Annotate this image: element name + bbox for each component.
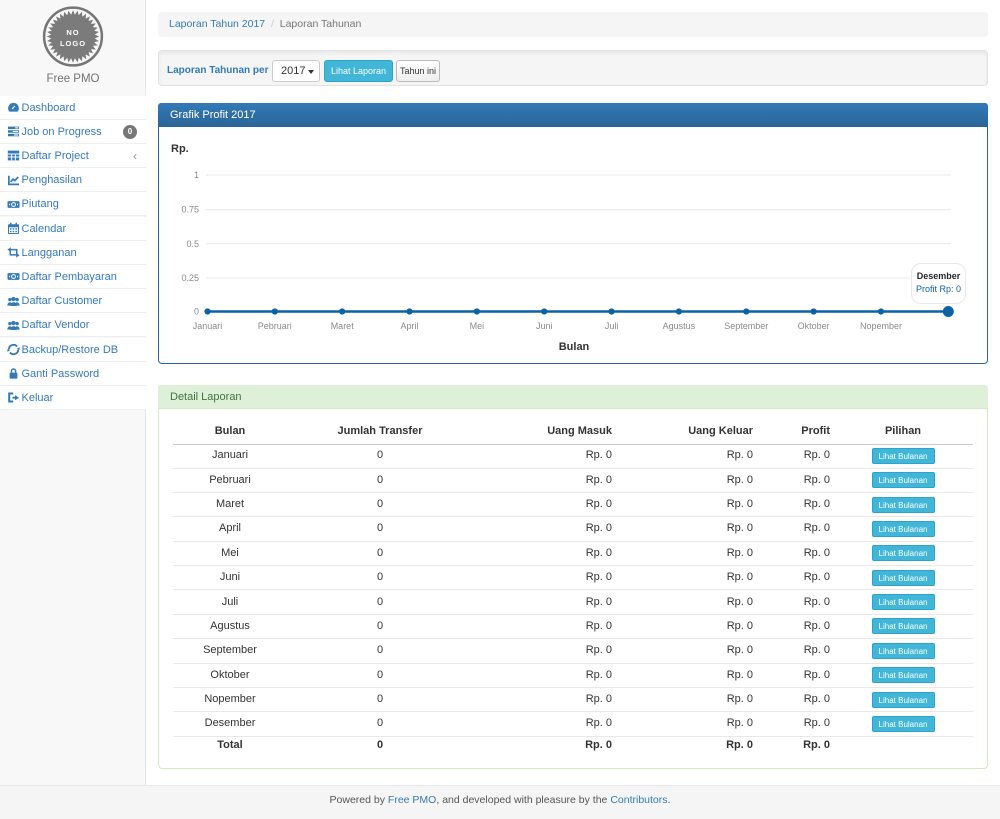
svg-text:LOGO: LOGO [60,39,86,48]
svg-text:0: 0 [194,307,199,317]
svg-text:Nopember: Nopember [860,321,902,331]
svg-text:Juli: Juli [605,321,619,331]
svg-text:0.5: 0.5 [186,239,199,249]
svg-text:Januari: Januari [193,321,223,331]
svg-text:Pebruari: Pebruari [258,321,292,331]
svg-text:April: April [400,321,418,331]
svg-text:0.75: 0.75 [181,205,199,215]
svg-text:Mei: Mei [470,321,485,331]
svg-text:Agustus: Agustus [663,321,696,331]
svg-text:NO: NO [66,28,79,37]
svg-text:Juni: Juni [536,321,553,331]
svg-text:0.25: 0.25 [181,273,199,283]
svg-text:Bulan: Bulan [559,341,590,353]
svg-text:Maret: Maret [331,321,355,331]
svg-text:September: September [724,321,768,331]
svg-text:Oktober: Oktober [798,321,830,331]
svg-text:Rp.: Rp. [171,143,189,155]
svg-text:1: 1 [194,170,199,180]
